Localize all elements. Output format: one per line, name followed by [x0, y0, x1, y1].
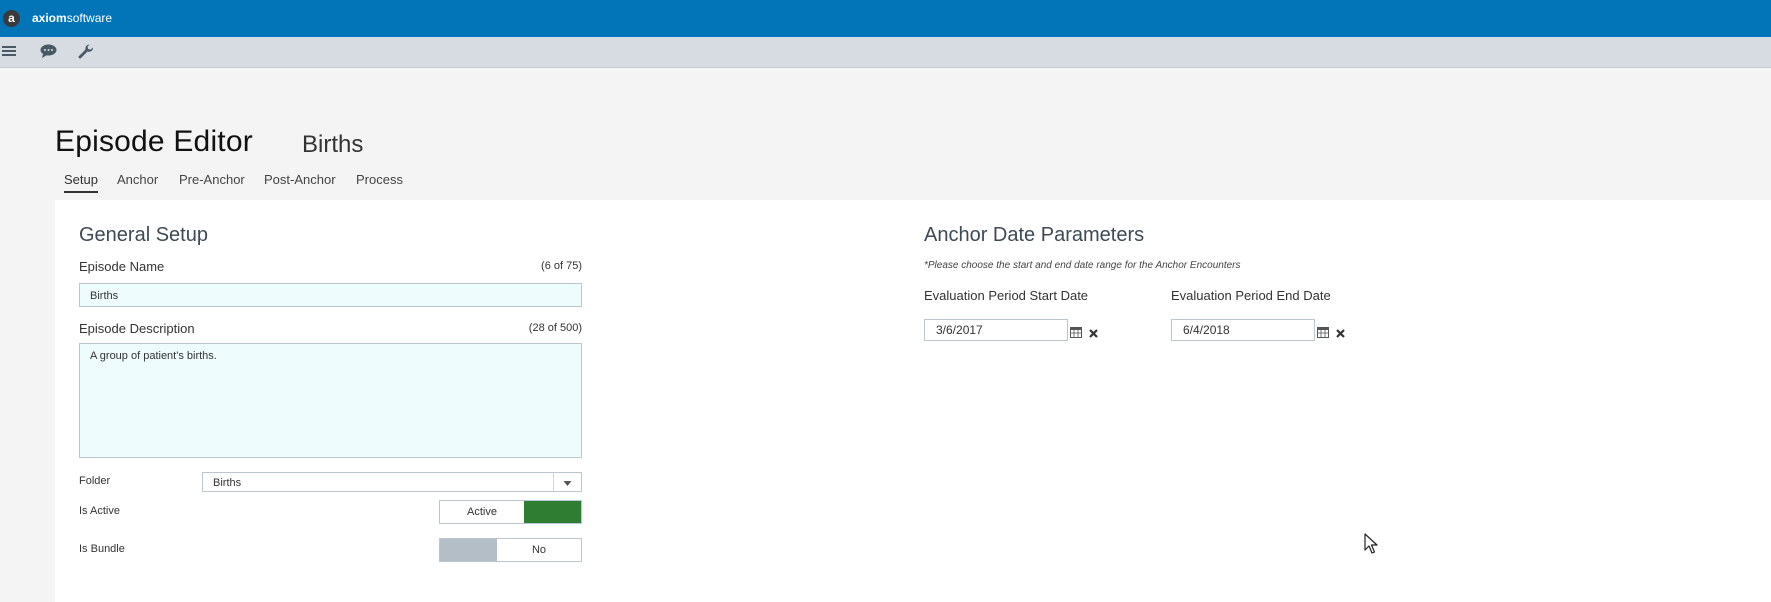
calendar-icon[interactable]: [1317, 325, 1329, 338]
folder-label: Folder: [79, 475, 111, 487]
top-bar: a axiomsoftware: [0, 0, 1771, 37]
start-date-label: Evaluation Period Start Date: [924, 288, 1089, 303]
chevron-down-icon[interactable]: [553, 473, 581, 491]
clear-icon[interactable]: [1335, 326, 1347, 338]
tab-post-anchor[interactable]: Post-Anchor: [264, 172, 336, 191]
end-date-input[interactable]: 6/4/2018: [1171, 319, 1315, 341]
calendar-icon[interactable]: [1070, 325, 1082, 338]
folder-select-value: Births: [213, 477, 242, 489]
toolbar: [0, 37, 1771, 68]
main-panel: General Setup Episode Name (6 of 75) Bir…: [55, 200, 1771, 602]
is-active-label: Is Active: [79, 505, 120, 517]
tab-setup[interactable]: Setup: [64, 172, 98, 193]
is-active-toggle[interactable]: Active: [439, 500, 582, 524]
folder-select[interactable]: Births: [202, 472, 582, 492]
episode-name-heading: Births: [302, 131, 364, 158]
start-date-input[interactable]: 3/6/2017: [924, 319, 1068, 341]
episode-description-label: Episode Description: [79, 321, 195, 336]
tab-process[interactable]: Process: [356, 172, 403, 191]
anchor-date-hint: *Please choose the start and end date ra…: [924, 260, 1241, 271]
is-bundle-value: No: [531, 544, 547, 556]
episode-description-counter: (28 of 500): [528, 322, 582, 334]
tab-anchor[interactable]: Anchor: [117, 172, 158, 191]
brand-name-rest: software: [66, 11, 113, 25]
is-active-value: Active: [467, 506, 497, 518]
is-bundle-label: Is Bundle: [79, 543, 125, 555]
toggle-off-indicator: [440, 539, 497, 561]
general-setup-title: General Setup: [79, 224, 208, 246]
toggle-on-indicator: [524, 501, 581, 523]
logo-icon: a: [3, 10, 20, 27]
clear-icon[interactable]: [1088, 326, 1100, 338]
end-date-label: Evaluation Period End Date: [1171, 288, 1331, 303]
chat-icon[interactable]: [40, 44, 58, 60]
mouse-cursor-icon: [1364, 533, 1378, 560]
episode-name-label: Episode Name: [79, 259, 165, 274]
episode-name-counter: (6 of 75): [541, 260, 582, 272]
menu-icon[interactable]: [2, 44, 20, 60]
tab-pre-anchor[interactable]: Pre-Anchor: [179, 172, 245, 191]
brand-logo[interactable]: axiomsoftware: [32, 11, 112, 25]
wrench-icon[interactable]: [78, 44, 96, 60]
episode-description-textarea[interactable]: A group of patient's births.: [79, 343, 582, 458]
brand-name-bold: axiom: [32, 11, 67, 25]
is-bundle-toggle[interactable]: No: [439, 538, 582, 562]
page-title: Episode Editor: [55, 125, 253, 158]
episode-name-input[interactable]: Births: [79, 283, 582, 307]
anchor-date-title: Anchor Date Parameters: [924, 224, 1145, 246]
